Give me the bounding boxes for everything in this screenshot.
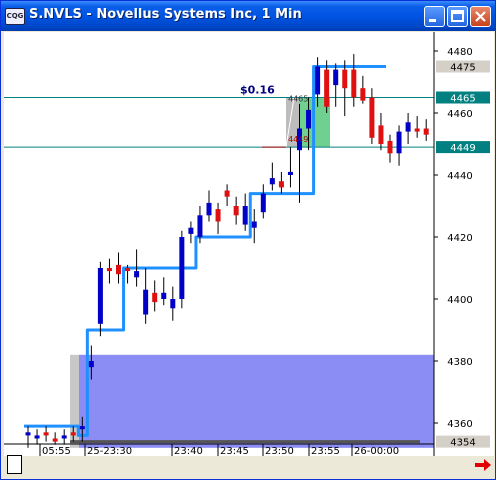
- x-tick-label: 23:45: [220, 446, 249, 456]
- candle-body: [405, 122, 411, 132]
- measure-to-label: 4465: [288, 95, 308, 104]
- y-tick-label: 4460: [447, 109, 472, 120]
- candle-body: [414, 128, 420, 132]
- candle-body: [179, 237, 185, 299]
- candle: [179, 230, 185, 309]
- maximize-icon: [451, 10, 464, 22]
- candle-body: [260, 193, 266, 213]
- candle-body: [70, 432, 76, 436]
- candle-body: [52, 438, 58, 442]
- candle-body: [143, 289, 149, 315]
- x-tick-label: 23:50: [265, 446, 294, 456]
- candle-body: [396, 131, 402, 154]
- candle-body: [324, 69, 330, 107]
- candle-body: [79, 426, 85, 430]
- x-tick-label: 26-00:00: [354, 446, 399, 456]
- candle-body: [369, 97, 375, 138]
- price-tag-label: 4475: [450, 63, 475, 74]
- candle-body: [342, 69, 348, 89]
- support-zone: [79, 354, 434, 448]
- candle-body: [306, 109, 312, 129]
- candle-body: [224, 190, 230, 197]
- candle-body: [378, 125, 384, 144]
- scroll-handle[interactable]: [7, 455, 22, 474]
- y-tick-label: 4360: [447, 419, 472, 430]
- candle-body: [333, 69, 339, 86]
- scroll-right-arrow-icon[interactable]: [473, 457, 493, 473]
- y-tick-label: 4420: [447, 233, 472, 244]
- candle-body: [34, 435, 40, 439]
- candle-body: [170, 299, 176, 309]
- x-tick-label: 05:55: [42, 446, 71, 456]
- candle-body: [25, 432, 31, 436]
- candle-body: [161, 292, 167, 299]
- price-tag-label: 4449: [450, 143, 475, 154]
- y-tick-label: 4380: [447, 357, 472, 368]
- x-tick-label: 25-23:30: [87, 446, 132, 456]
- candle-body: [116, 264, 121, 275]
- candle-body: [88, 361, 94, 368]
- title-bar[interactable]: CQG S.NVLS - Novellus Systems Inc, 1 Min: [1, 1, 495, 31]
- minimize-icon: [429, 19, 436, 22]
- candle-body: [351, 69, 357, 98]
- minimize-button[interactable]: [424, 6, 445, 27]
- measure-from-label: 4449: [288, 135, 308, 144]
- candle-body: [188, 227, 194, 234]
- candle-body: [43, 432, 49, 436]
- candle-body: [197, 215, 203, 237]
- candle-body: [287, 171, 293, 175]
- candle-body: [387, 140, 393, 154]
- candle-body: [125, 268, 131, 272]
- candle-body: [206, 202, 212, 216]
- candle-body: [423, 128, 429, 135]
- candle-body: [61, 435, 67, 439]
- candle-body: [215, 209, 221, 222]
- y-tick-label: 4440: [447, 171, 472, 182]
- close-button[interactable]: [470, 6, 491, 27]
- app-icon[interactable]: CQG: [5, 8, 25, 25]
- x-tick-label: 23:40: [174, 446, 203, 456]
- candle-body: [251, 221, 257, 228]
- candle-body: [278, 181, 284, 188]
- maximize-button[interactable]: [447, 6, 468, 27]
- candle-body: [106, 268, 112, 272]
- candle-body: [233, 206, 239, 216]
- price-chart[interactable]: $0.16 4465 4449 4480 4460 4440 4420 4400 4380 43…: [4, 32, 494, 456]
- window-title: S.NVLS - Novellus Systems Inc, 1 Min: [29, 7, 302, 22]
- candle-body: [152, 292, 158, 303]
- close-icon: [475, 11, 486, 22]
- candle-body: [269, 178, 275, 185]
- candle-body: [134, 271, 140, 278]
- price-tag-label: 4354: [450, 438, 475, 449]
- chart-window: CQG S.NVLS - Novellus Systems Inc, 1 Min…: [0, 0, 496, 480]
- y-tick-label: 4400: [447, 295, 472, 306]
- measure-label: $0.16: [240, 84, 275, 97]
- candle-body: [97, 268, 103, 324]
- y-tick-label: 4480: [447, 47, 472, 58]
- price-tag-label: 4465: [450, 94, 475, 105]
- x-tick-label: 23:55: [311, 446, 340, 456]
- candle-body: [360, 88, 366, 101]
- candle-body: [242, 206, 248, 225]
- candle-body: [315, 66, 321, 95]
